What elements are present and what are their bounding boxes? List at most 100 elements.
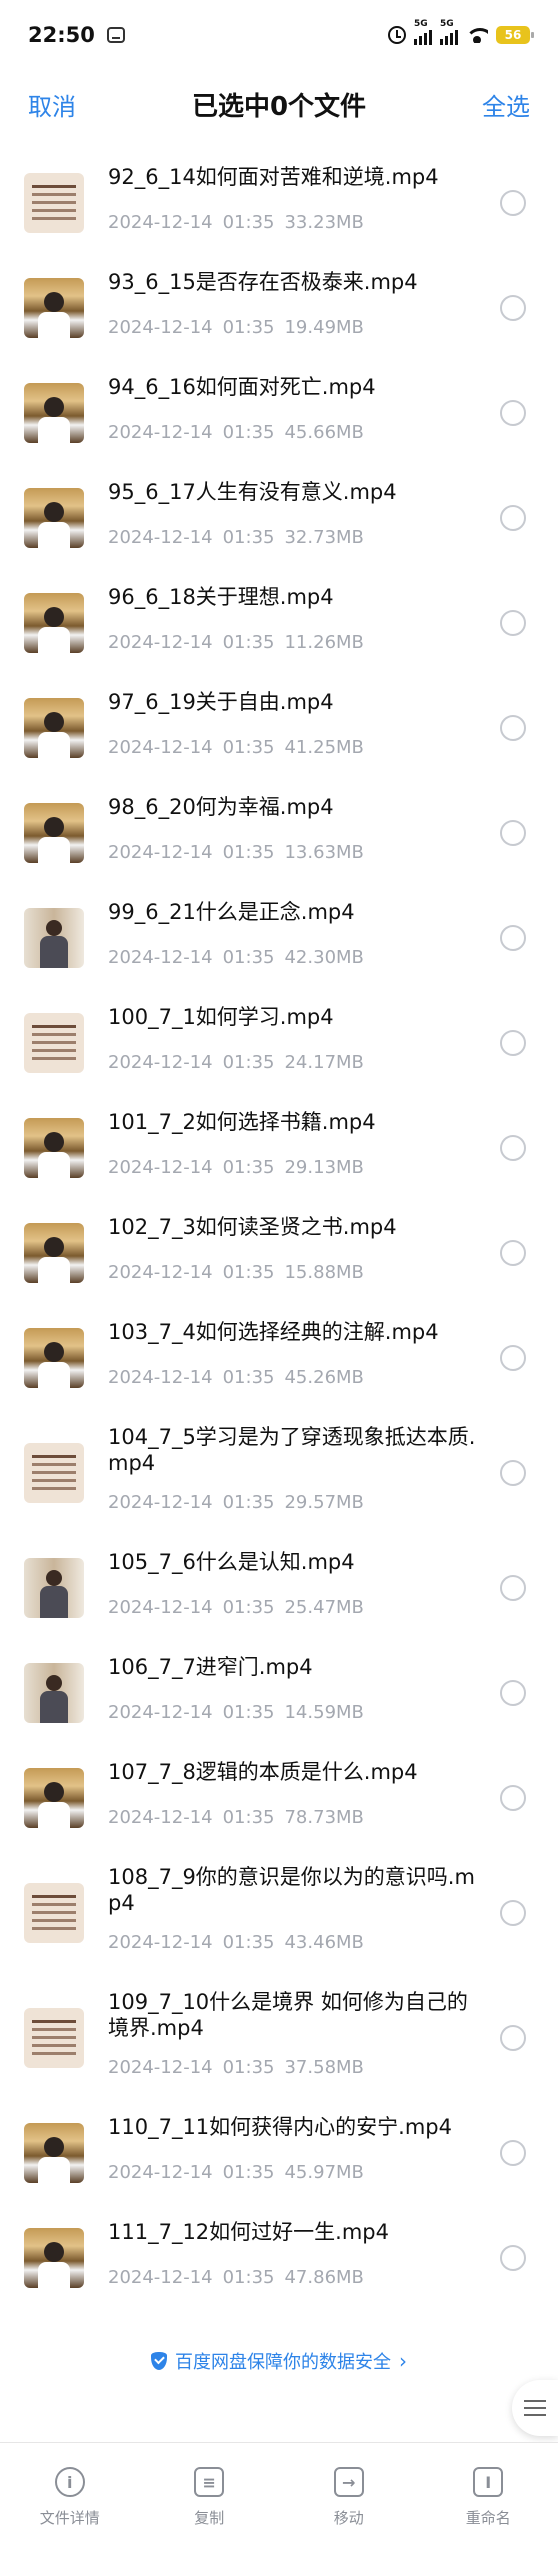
- select-radio[interactable]: [500, 2024, 526, 2051]
- file-row[interactable]: 93_6_15是否存在否极泰来.mp4 2024-12-14 01:35 19.49M…: [0, 255, 558, 360]
- file-row[interactable]: 99_6_21什么是正念.mp4 2024-12-14 01:35 42.30MB: [0, 885, 558, 990]
- file-size: 37.58MB: [284, 2057, 364, 2078]
- file-name: 103_7_4如何选择经典的注解.mp4: [108, 1320, 439, 1344]
- select-radio[interactable]: [500, 714, 526, 741]
- video-thumbnail: [24, 802, 84, 863]
- file-row[interactable]: 103_7_4如何选择经典的注解.mp4 2024-12-14 01:35 45.26…: [0, 1305, 558, 1410]
- file-size: 47.86MB: [284, 2267, 364, 2288]
- file-row[interactable]: 110_7_11如何获得内心的安宁.mp4 2024-12-14 01:35 45.9…: [0, 2100, 558, 2205]
- file-time: 01:35: [222, 1052, 275, 1073]
- info-button[interactable]: i 文件详情: [0, 2443, 140, 2560]
- file-row[interactable]: 111_7_12如何过好一生.mp4 2024-12-14 01:35 47.86MB: [0, 2205, 558, 2310]
- file-name: 98_6_20何为幸福.mp4: [108, 795, 334, 819]
- security-banner[interactable]: 百度网盘保障你的数据安全 ›: [0, 2348, 558, 2374]
- action-label: 移动: [333, 2509, 364, 2527]
- file-date: 2024-12-14: [108, 2057, 213, 2078]
- file-row[interactable]: 98_6_20何为幸福.mp4 2024-12-14 01:35 13.63MB: [0, 780, 558, 885]
- select-radio[interactable]: [500, 924, 526, 951]
- file-row[interactable]: 94_6_16如何面对死亡.mp4 2024-12-14 01:35 45.66MB: [0, 360, 558, 465]
- select-radio[interactable]: [500, 1679, 526, 1706]
- menu-icon: [524, 2400, 546, 2416]
- select-radio[interactable]: [500, 1134, 526, 1161]
- select-radio[interactable]: [500, 294, 526, 321]
- file-name: 93_6_15是否存在否极泰来.mp4: [108, 270, 418, 294]
- file-row[interactable]: 107_7_8逻辑的本质是什么.mp4 2024-12-14 01:35 78.73M…: [0, 1745, 558, 1850]
- security-banner-text: 百度网盘保障你的数据安全: [175, 2352, 391, 2373]
- select-radio[interactable]: [500, 1029, 526, 1056]
- file-name: 108_7_9你的意识是你以为的意识吗.mp4: [108, 1865, 475, 1915]
- video-thumbnail: [24, 2122, 84, 2183]
- file-meta: 2024-12-14 01:35 24.17MB: [108, 1052, 364, 1073]
- file-meta: 2024-12-14 01:35 19.49MB: [108, 317, 364, 338]
- video-thumbnail: [24, 1012, 84, 1073]
- file-meta: 2024-12-14 01:35 25.47MB: [108, 1597, 364, 1618]
- file-row[interactable]: 100_7_1如何学习.mp4 2024-12-14 01:35 24.17MB: [0, 990, 558, 1095]
- file-row[interactable]: 109_7_10什么是境界 如何修为自己的境界.mp4 2024-12-14 01:…: [0, 1975, 558, 2100]
- file-row[interactable]: 102_7_3如何读圣贤之书.mp4 2024-12-14 01:35 15.88MB: [0, 1200, 558, 1305]
- file-row[interactable]: 108_7_9你的意识是你以为的意识吗.mp4 2024-12-14 01:35 43…: [0, 1850, 558, 1975]
- file-size: 29.13MB: [284, 1157, 364, 1178]
- file-date: 2024-12-14: [108, 1597, 213, 1618]
- video-thumbnail: [24, 592, 84, 653]
- action-label: 复制: [194, 2509, 225, 2527]
- file-time: 01:35: [222, 527, 275, 548]
- file-row[interactable]: 97_6_19关于自由.mp4 2024-12-14 01:35 41.25MB: [0, 675, 558, 780]
- file-name: 96_6_18关于理想.mp4: [108, 585, 334, 609]
- file-row[interactable]: 106_7_7进窄门.mp4 2024-12-14 01:35 14.59MB: [0, 1640, 558, 1745]
- select-radio[interactable]: [500, 819, 526, 846]
- select-radio[interactable]: [500, 1784, 526, 1811]
- file-date: 2024-12-14: [108, 737, 213, 758]
- file-meta: 2024-12-14 01:35 42.30MB: [108, 947, 364, 968]
- select-radio[interactable]: [500, 1459, 526, 1486]
- file-row[interactable]: 104_7_5学习是为了穿透现象抵达本质.mp4 2024-12-14 01:35 2…: [0, 1410, 558, 1535]
- select-radio[interactable]: [500, 1239, 526, 1266]
- select-all-button[interactable]: 全选: [482, 87, 530, 122]
- select-radio[interactable]: [500, 504, 526, 531]
- video-thumbnail: [24, 907, 84, 968]
- file-size: 25.47MB: [284, 1597, 364, 1618]
- file-time: 01:35: [222, 317, 275, 338]
- status-time: 22:50: [28, 23, 95, 47]
- alarm-icon: [388, 26, 406, 44]
- cancel-button[interactable]: 取消: [28, 87, 76, 122]
- video-thumbnail: [24, 172, 84, 233]
- info-icon: i: [54, 2467, 85, 2497]
- video-thumbnail: [24, 1442, 84, 1503]
- select-radio[interactable]: [500, 189, 526, 216]
- video-thumbnail: [24, 1327, 84, 1388]
- file-date: 2024-12-14: [108, 212, 213, 233]
- file-row[interactable]: 96_6_18关于理想.mp4 2024-12-14 01:35 11.26MB: [0, 570, 558, 675]
- file-time: 01:35: [222, 1702, 275, 1723]
- action-label: 重命名: [465, 2509, 511, 2527]
- signal-icon: 5G: [440, 19, 458, 45]
- file-row[interactable]: 105_7_6什么是认知.mp4 2024-12-14 01:35 25.47MB: [0, 1535, 558, 1640]
- menu-button[interactable]: [512, 2380, 558, 2436]
- select-radio[interactable]: [500, 1344, 526, 1371]
- select-radio[interactable]: [500, 1899, 526, 1926]
- file-row[interactable]: 101_7_2如何选择书籍.mp4 2024-12-14 01:35 29.13MB: [0, 1095, 558, 1200]
- move-button[interactable]: → 移动: [279, 2443, 419, 2560]
- file-time: 01:35: [222, 212, 275, 233]
- select-radio[interactable]: [500, 399, 526, 426]
- file-row[interactable]: 95_6_17人生有没有意义.mp4 2024-12-14 01:35 32.73MB: [0, 465, 558, 570]
- select-radio[interactable]: [500, 2244, 526, 2271]
- video-thumbnail: [24, 382, 84, 443]
- file-date: 2024-12-14: [108, 1702, 213, 1723]
- video-thumbnail: [24, 1662, 84, 1723]
- file-date: 2024-12-14: [108, 317, 213, 338]
- select-radio[interactable]: [500, 2139, 526, 2166]
- selection-header: 取消 已选中0个文件 全选: [0, 70, 558, 138]
- file-date: 2024-12-14: [108, 1262, 213, 1283]
- file-date: 2024-12-14: [108, 2267, 213, 2288]
- select-radio[interactable]: [500, 609, 526, 636]
- file-meta: 2024-12-14 01:35 37.58MB: [108, 2057, 364, 2078]
- file-meta: 2024-12-14 01:35 41.25MB: [108, 737, 364, 758]
- rename-button[interactable]: I 重命名: [419, 2443, 558, 2560]
- file-size: 15.88MB: [284, 1262, 364, 1283]
- shield-icon: [151, 2352, 167, 2370]
- video-thumbnail: [24, 277, 84, 338]
- select-radio[interactable]: [500, 1574, 526, 1601]
- file-time: 01:35: [222, 1367, 275, 1388]
- copy-button[interactable]: ≡ 复制: [140, 2443, 280, 2560]
- file-row[interactable]: 92_6_14如何面对苦难和逆境.mp4 2024-12-14 01:35 33.23…: [0, 150, 558, 255]
